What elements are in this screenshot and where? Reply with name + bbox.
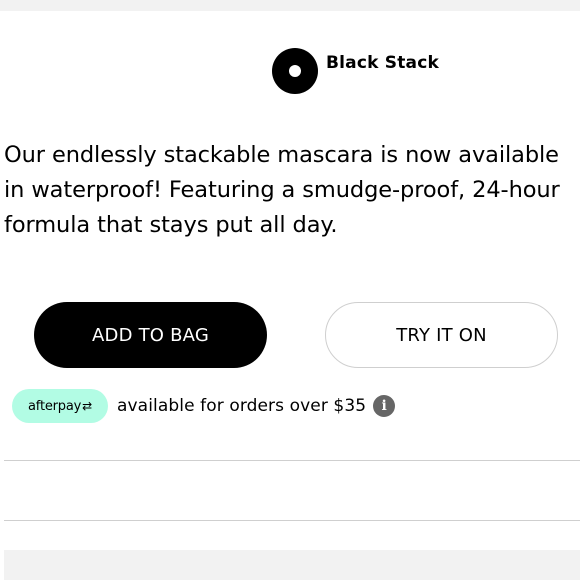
divider	[4, 520, 580, 521]
top-section-band	[0, 0, 580, 11]
afterpay-logo: afterpay ⇄	[12, 389, 108, 423]
shade-name-label: Black Stack	[326, 53, 439, 73]
bottom-section-band	[4, 550, 580, 580]
afterpay-message: available for orders over $35	[117, 396, 367, 416]
add-to-bag-button[interactable]: ADD TO BAG	[34, 302, 267, 368]
shade-selector: Black Stack	[272, 48, 439, 96]
afterpay-logo-text: afterpay	[28, 398, 82, 414]
divider	[4, 460, 580, 461]
shade-swatch-black-stack[interactable]	[272, 48, 318, 94]
try-it-on-button[interactable]: TRY IT ON	[325, 302, 558, 368]
afterpay-row: afterpay ⇄ available for orders over $35 …	[12, 388, 396, 424]
info-icon[interactable]: i	[373, 395, 396, 417]
product-description: Our endlessly stackable mascara is now a…	[4, 142, 560, 238]
afterpay-arrows-icon: ⇄	[82, 399, 92, 413]
selected-indicator-dot	[289, 65, 301, 77]
